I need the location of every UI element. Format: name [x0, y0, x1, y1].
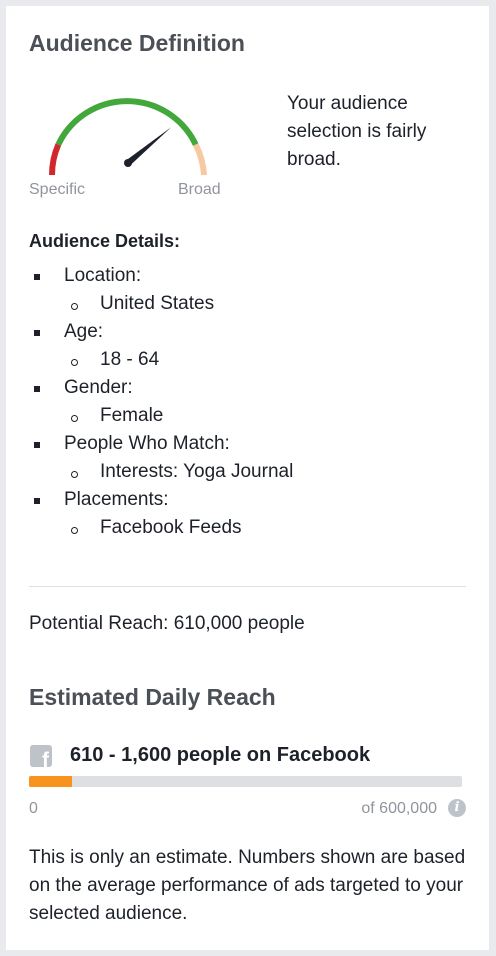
square-bullet: [34, 442, 40, 448]
square-bullet: [34, 386, 40, 392]
detail-value: Interests: Yoga Journal: [100, 461, 294, 482]
square-bullet: [34, 498, 40, 504]
detail-value: United States: [100, 293, 215, 314]
estimate-disclaimer: This is only an estimate. Numbers shown …: [29, 847, 466, 924]
detail-value: 18 - 64: [100, 349, 160, 370]
audience-breadth-gauge: [48, 98, 207, 176]
circle-bullet: [71, 471, 78, 478]
square-bullet: [34, 274, 40, 280]
detail-item-people-who-match: People Who Match: Interests: Yoga Journa…: [6, 428, 486, 484]
gauge-arc-broad: [192, 143, 207, 176]
gauge-specific-label: Specific: [29, 181, 86, 198]
detail-label: Placements:: [64, 489, 169, 510]
audience-breadth-description: Your audience selection is fairly broad.: [287, 93, 427, 170]
detail-value: Female: [100, 405, 164, 426]
circle-bullet: [71, 527, 78, 534]
potential-reach: Potential Reach: 610,000 people: [29, 613, 305, 634]
daily-reach-max-label: of 600,000: [361, 800, 437, 817]
square-bullet: [34, 330, 40, 336]
daily-reach-min-label: 0: [29, 800, 38, 817]
daily-reach-bar: [29, 776, 462, 787]
gauge-arc-middle: [55, 98, 199, 146]
facebook-icon: f: [30, 745, 52, 767]
circle-bullet: [71, 303, 78, 310]
audience-definition-panel: Audience Definition Specific Broad Your …: [6, 6, 489, 950]
detail-value: Facebook Feeds: [100, 517, 242, 538]
gauge-broad-label: Broad: [178, 181, 221, 198]
gauge-needle: [124, 127, 172, 167]
detail-label: Age:: [64, 321, 104, 342]
section-divider: [29, 586, 466, 587]
detail-item-age: Age: 18 - 64: [6, 316, 486, 372]
gauge-arc-specific: [48, 143, 62, 176]
circle-bullet: [71, 415, 78, 422]
detail-item-location: Location: United States: [6, 260, 486, 316]
info-icon[interactable]: i: [448, 799, 466, 817]
audience-details-list: Location: United States Age: 18 - 64 Gen…: [6, 260, 486, 540]
estimated-daily-reach-title: Estimated Daily Reach: [29, 684, 276, 710]
audience-definition-title: Audience Definition: [29, 30, 245, 56]
circle-bullet: [71, 359, 78, 366]
daily-reach-estimate: 610 - 1,600 people on Facebook: [70, 744, 371, 766]
detail-label: Gender:: [64, 377, 133, 398]
detail-item-gender: Gender: Female: [6, 372, 486, 428]
detail-item-placements: Placements: Facebook Feeds: [6, 484, 486, 540]
detail-label: People Who Match:: [64, 433, 230, 454]
daily-reach-bar-fill: [29, 776, 73, 787]
detail-label: Location:: [64, 265, 142, 286]
audience-details-heading: Audience Details:: [29, 231, 181, 251]
